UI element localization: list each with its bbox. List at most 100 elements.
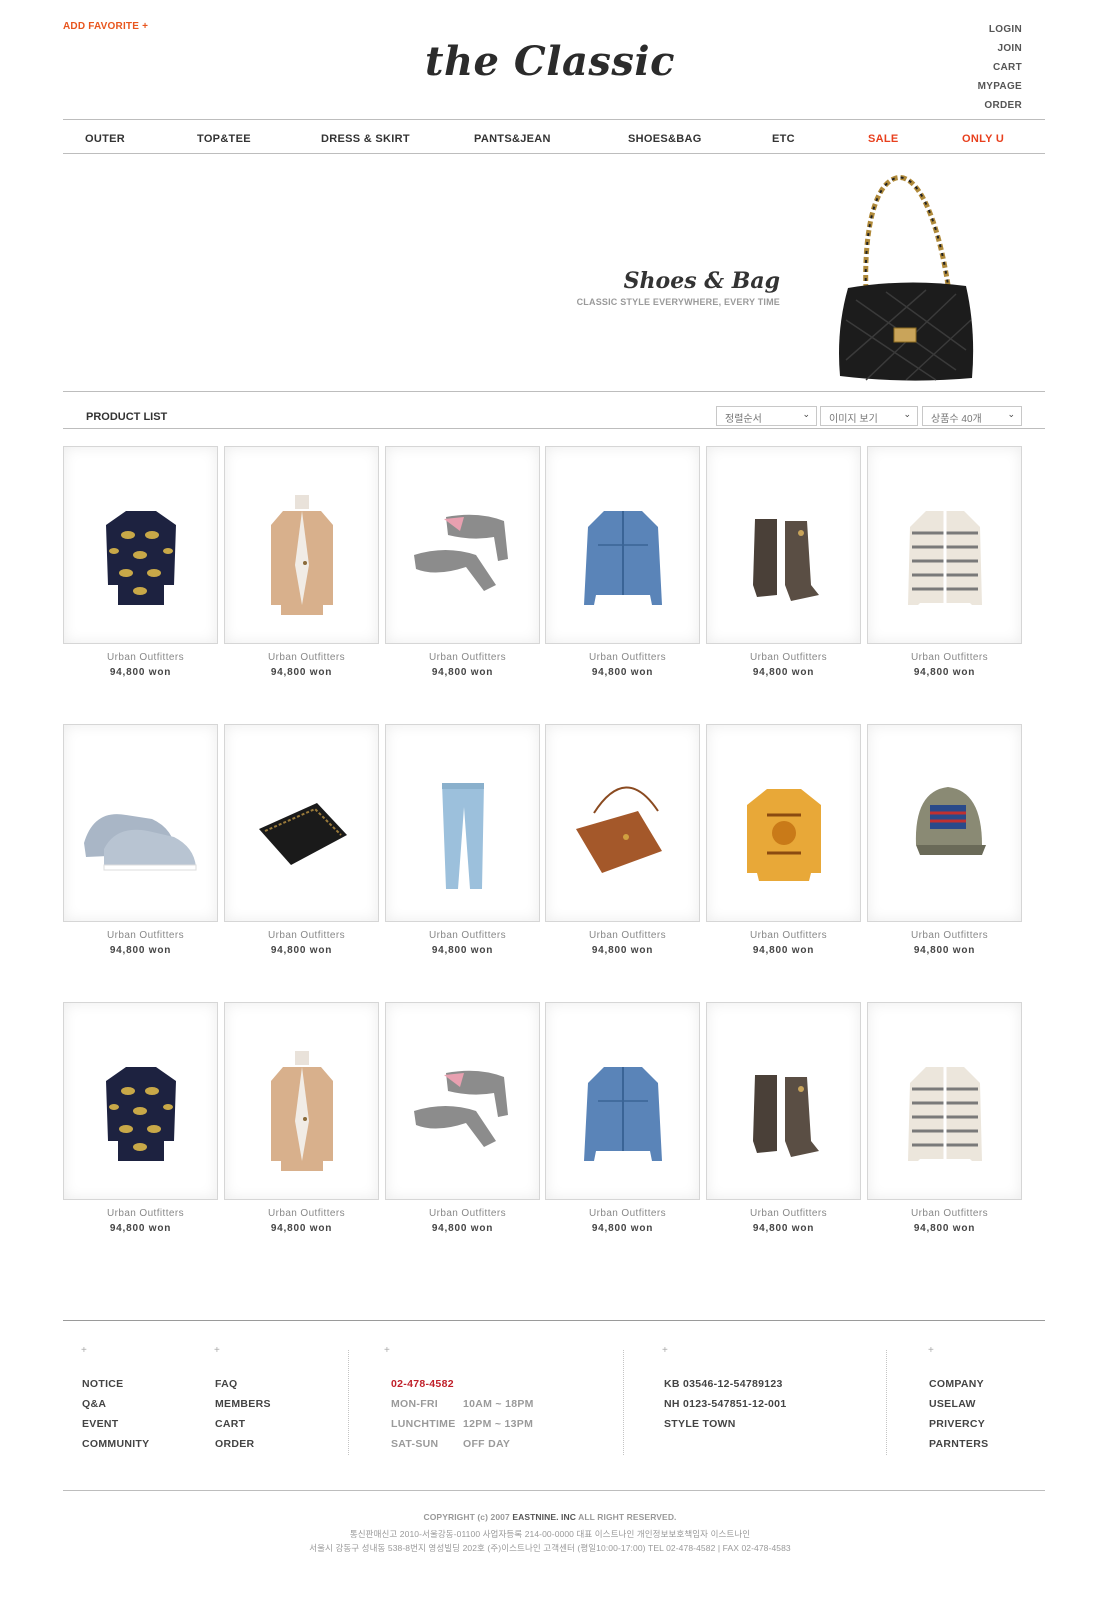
product-brand[interactable]: Urban Outfitters: [390, 652, 545, 663]
product-price: 94,800 won: [752, 667, 815, 678]
product-price: 94,800 won: [109, 1223, 172, 1234]
product-brand[interactable]: Urban Outfitters: [229, 930, 384, 941]
product-brand[interactable]: Urban Outfitters: [872, 930, 1027, 941]
product-brand[interactable]: Urban Outfitters: [68, 652, 223, 663]
product-card[interactable]: [545, 1002, 700, 1200]
product-card[interactable]: [545, 724, 700, 922]
product-image-brown-boots: [753, 519, 819, 601]
product-price: 94,800 won: [913, 667, 976, 678]
product-image-beige-blazer: [271, 495, 333, 615]
footer-qa-link[interactable]: Q&A: [82, 1398, 106, 1410]
copyright: COPYRIGHT (c) 2007 EASTNINE. INC ALL RIG…: [0, 1512, 1100, 1522]
banner-title: Shoes & Bag: [623, 268, 780, 294]
product-brand[interactable]: Urban Outfitters: [711, 652, 866, 663]
product-card[interactable]: [63, 1002, 218, 1200]
order-link[interactable]: ORDER: [978, 96, 1022, 115]
product-card[interactable]: [867, 1002, 1022, 1200]
mypage-link[interactable]: MYPAGE: [978, 77, 1022, 96]
footer-order-link[interactable]: ORDER: [215, 1438, 254, 1450]
product-brand[interactable]: Urban Outfitters: [229, 652, 384, 663]
address-info: 서울시 강동구 성내동 538-8번지 영성빌딩 202호 (주)이스트나인 고…: [309, 1543, 791, 1553]
footer-uselaw-link[interactable]: USELAW: [929, 1398, 976, 1410]
product-price: 94,800 won: [913, 945, 976, 956]
nav-item-outer[interactable]: OUTER: [85, 133, 125, 145]
view-mode-value: 이미지 보기: [829, 414, 878, 425]
product-card[interactable]: [867, 724, 1022, 922]
sort-order-select[interactable]: 정렬순서 ⌄: [716, 406, 817, 426]
product-brand[interactable]: Urban Outfitters: [550, 930, 705, 941]
nav-item-shoes-bag[interactable]: SHOES&BAG: [628, 133, 702, 145]
copyright-text: ALL RIGHT RESERVED.: [578, 1512, 677, 1522]
product-brand[interactable]: Urban Outfitters: [550, 1208, 705, 1219]
copyright-company: EASTNINE. INC: [512, 1512, 576, 1522]
footer-partners-link[interactable]: PARNTERS: [929, 1438, 988, 1450]
product-brand[interactable]: Urban Outfitters: [390, 1208, 545, 1219]
footer-community-link[interactable]: COMMUNITY: [82, 1438, 149, 1450]
product-brand[interactable]: Urban Outfitters: [872, 652, 1027, 663]
nav-item-sale[interactable]: SALE: [868, 133, 899, 145]
product-card[interactable]: [706, 724, 861, 922]
product-card[interactable]: [385, 1002, 540, 1200]
product-brand[interactable]: Urban Outfitters: [550, 652, 705, 663]
chevron-down-icon: ⌄: [1007, 409, 1015, 419]
product-image-grey-heels: [414, 1070, 508, 1147]
product-brand[interactable]: Urban Outfitters: [68, 930, 223, 941]
cart-link[interactable]: CART: [978, 58, 1022, 77]
site-logo[interactable]: the Classic: [0, 38, 1100, 85]
add-favorite-link[interactable]: ADD FAVORITE +: [63, 21, 148, 32]
hours-value: OFF DAY: [463, 1438, 511, 1450]
nav-item-pants-jean[interactable]: PANTS&JEAN: [474, 133, 551, 145]
footer-divider: [348, 1350, 349, 1455]
product-card[interactable]: [706, 1002, 861, 1200]
chevron-down-icon: ⌄: [802, 409, 810, 419]
divider: [63, 1320, 1045, 1321]
login-link[interactable]: LOGIN: [978, 20, 1022, 39]
footer-privacy-link[interactable]: PRIVERCY: [929, 1418, 985, 1430]
product-brand[interactable]: Urban Outfitters: [68, 1208, 223, 1219]
footer-faq-link[interactable]: FAQ: [215, 1378, 238, 1390]
product-card[interactable]: [545, 446, 700, 644]
plus-icon: +: [928, 1345, 934, 1356]
view-mode-select[interactable]: 이미지 보기 ⌄: [820, 406, 918, 426]
footer-members-link[interactable]: MEMBERS: [215, 1398, 271, 1410]
join-link[interactable]: JOIN: [978, 39, 1022, 58]
product-price: 94,800 won: [752, 945, 815, 956]
divider: [63, 1490, 1045, 1491]
product-card[interactable]: [224, 1002, 379, 1200]
nav-item-top-tee[interactable]: TOP&TEE: [197, 133, 251, 145]
product-card[interactable]: [63, 724, 218, 922]
product-price: 94,800 won: [109, 667, 172, 678]
divider: [63, 391, 1045, 392]
nav-item-only-u[interactable]: ONLY U: [962, 133, 1004, 145]
footer-notice-link[interactable]: NOTICE: [82, 1378, 123, 1390]
hours-label: MON-FRI: [391, 1398, 439, 1410]
product-card[interactable]: [63, 446, 218, 644]
product-card[interactable]: [385, 724, 540, 922]
product-brand[interactable]: Urban Outfitters: [711, 1208, 866, 1219]
product-image-striped-cardigan: [908, 511, 982, 605]
footer-company-link[interactable]: COMPANY: [929, 1378, 984, 1390]
product-brand[interactable]: Urban Outfitters: [390, 930, 545, 941]
items-per-page-select[interactable]: 상품수 40개 ⌄: [922, 406, 1022, 426]
product-card[interactable]: [224, 446, 379, 644]
nav-item-etc[interactable]: ETC: [772, 133, 795, 145]
copyright-text: COPYRIGHT (c) 2007: [423, 1512, 510, 1522]
product-brand[interactable]: Urban Outfitters: [872, 1208, 1027, 1219]
plus-icon: +: [384, 1345, 390, 1356]
nav-item-dress-skirt[interactable]: DRESS & SKIRT: [321, 133, 410, 145]
product-list-label: PRODUCT LIST: [86, 411, 168, 423]
product-price: 94,800 won: [109, 945, 172, 956]
product-price: 94,800 won: [431, 1223, 494, 1234]
product-price: 94,800 won: [270, 667, 333, 678]
footer-cart-link[interactable]: CART: [215, 1418, 245, 1430]
product-card[interactable]: [224, 724, 379, 922]
hours-value: 12PM ~ 13PM: [463, 1418, 534, 1430]
banner-subtitle: CLASSIC STYLE EVERYWHERE, EVERY TIME: [576, 297, 780, 307]
product-card[interactable]: [706, 446, 861, 644]
footer-event-link[interactable]: EVENT: [82, 1418, 119, 1430]
product-card[interactable]: [867, 446, 1022, 644]
product-card[interactable]: [385, 446, 540, 644]
product-brand[interactable]: Urban Outfitters: [229, 1208, 384, 1219]
product-brand[interactable]: Urban Outfitters: [711, 930, 866, 941]
product-price: 94,800 won: [591, 667, 654, 678]
